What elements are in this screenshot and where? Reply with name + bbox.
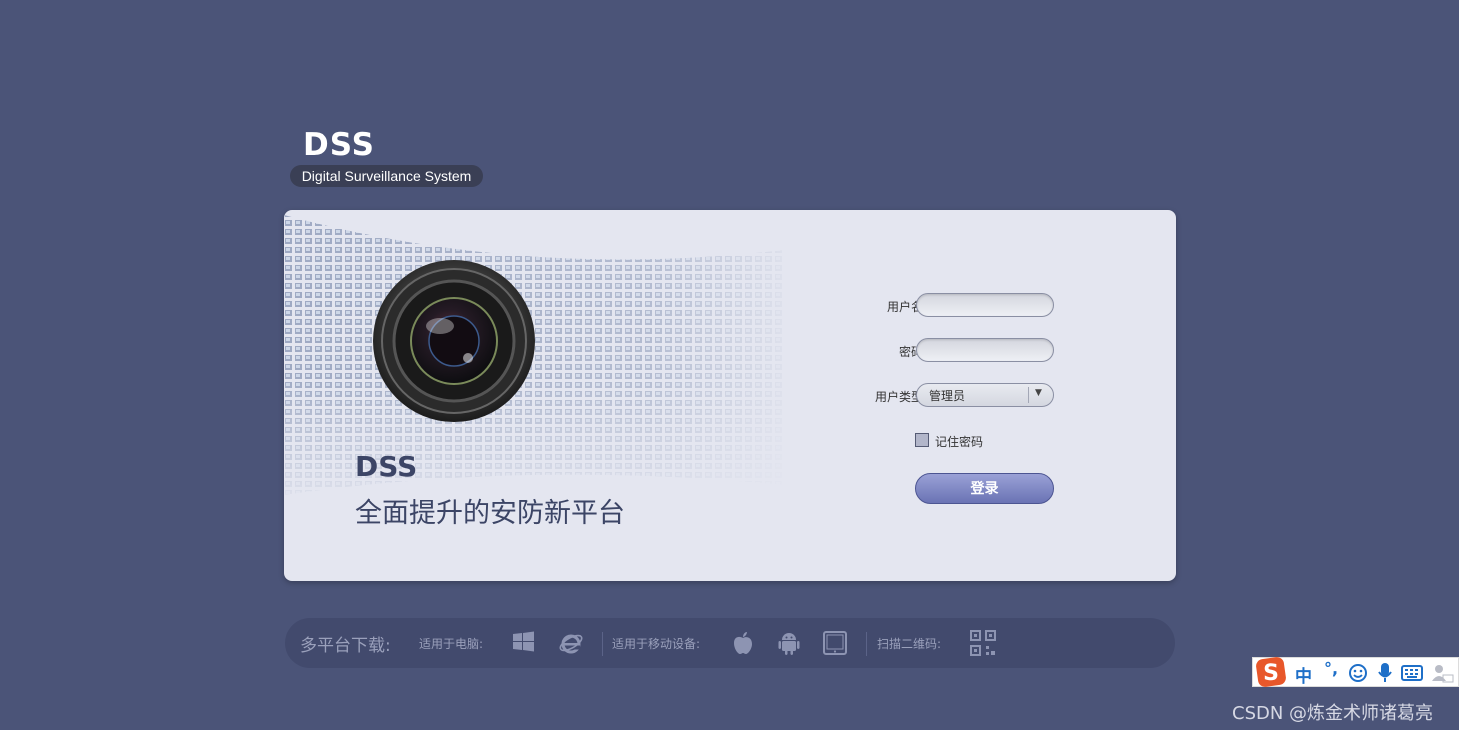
android-icon[interactable] xyxy=(777,630,801,656)
ime-toolbar[interactable]: S 中 °, xyxy=(1252,657,1459,687)
user-type-select[interactable]: 管理员 ▼ xyxy=(916,383,1054,407)
user-settings-icon[interactable] xyxy=(1431,663,1455,685)
password-input[interactable] xyxy=(916,338,1054,362)
download-bar: 多平台下载: 适用于电脑: 适用于移动设备: 扫描二维码: xyxy=(285,618,1175,668)
remember-label[interactable]: 记住密码 xyxy=(935,433,983,450)
hero-title: DSS xyxy=(355,450,418,483)
username-row: 用户名 xyxy=(804,293,1064,319)
ie-icon[interactable] xyxy=(558,630,584,656)
logo-subtitle: Digital Surveillance System xyxy=(290,165,483,187)
ime-punctuation[interactable]: °, xyxy=(1324,659,1338,678)
keyboard-icon[interactable] xyxy=(1401,664,1423,682)
divider xyxy=(602,632,603,656)
remember-checkbox[interactable] xyxy=(915,433,929,447)
apple-icon[interactable] xyxy=(731,630,755,656)
microphone-icon[interactable] xyxy=(1377,662,1393,684)
chevron-down-icon[interactable]: ▼ xyxy=(1035,388,1042,398)
qr-label: 扫描二维码: xyxy=(877,637,942,651)
sogou-logo-icon[interactable]: S xyxy=(1255,656,1287,688)
tablet-icon[interactable] xyxy=(822,630,848,656)
qr-code-icon[interactable] xyxy=(970,630,996,656)
login-button[interactable]: 登录 xyxy=(915,473,1054,504)
download-title: 多平台下载: xyxy=(300,636,391,656)
pc-label: 适用于电脑: xyxy=(419,637,484,651)
password-row: 密码 xyxy=(804,338,1064,364)
mobile-label: 适用于移动设备: xyxy=(612,637,701,651)
user-type-value: 管理员 xyxy=(929,389,966,403)
watermark: CSDN @炼金术师诸葛亮 xyxy=(1232,703,1434,724)
windows-icon[interactable] xyxy=(512,630,536,654)
select-divider xyxy=(1028,387,1029,403)
logo-title: DSS xyxy=(303,127,375,163)
divider xyxy=(866,632,867,656)
svg-text:S: S xyxy=(1263,661,1279,686)
emoji-icon[interactable] xyxy=(1348,663,1368,683)
user-type-row: 用户类型 管理员 ▼ xyxy=(804,383,1064,409)
hero-subtitle: 全面提升的安防新平台 xyxy=(355,498,625,529)
login-card: DSS 全面提升的安防新平台 用户名 密码 用户类型 管理员 ▼ 记住密码 登录 xyxy=(284,210,1176,581)
ime-mode[interactable]: 中 xyxy=(1295,662,1312,687)
username-input[interactable] xyxy=(916,293,1054,317)
